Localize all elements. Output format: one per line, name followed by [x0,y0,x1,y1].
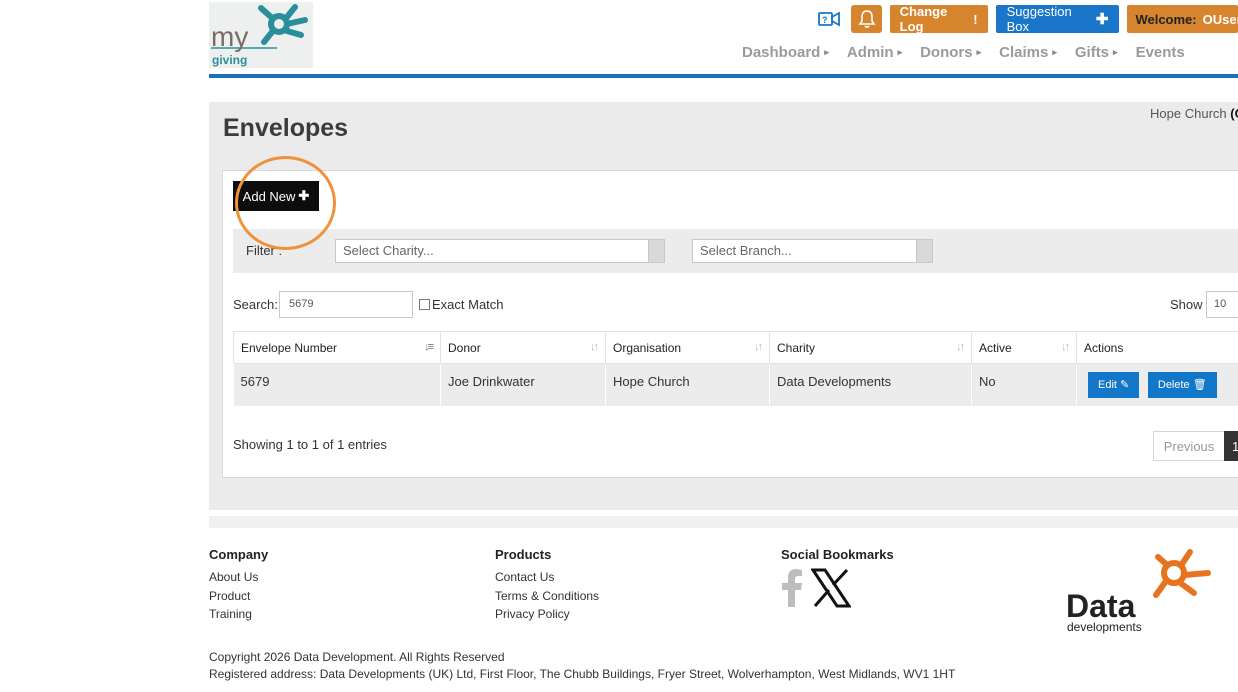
copyright-block: Copyright 2026 Data Development. All Rig… [209,649,955,683]
logo-word: my [211,21,248,52]
cell-actions: Edit ✎ Delete 🗑 [1076,363,1238,406]
checkbox-box[interactable] [419,299,430,310]
filter-bar: Filter : Select Charity... Select Branch… [233,229,1238,273]
bell-icon [858,10,875,28]
social-heading: Social Bookmarks [781,547,894,562]
nav-gifts[interactable]: Gifts ▸ [1075,44,1118,61]
nav-events[interactable]: Events [1136,44,1185,61]
nav-donors[interactable]: Donors ▸ [920,44,981,61]
table-row: 5679 Joe Drinkwater Hope Church Data Dev… [233,363,1238,406]
plus-icon: ✚ [1095,11,1109,28]
company-heading: Company [209,547,269,562]
cell-organisation: Hope Church [605,363,770,406]
entries-info: Showing 1 to 1 of 1 entries [233,437,387,452]
col-envelope-number[interactable]: Envelope Number ↓≡ [233,331,441,364]
search-label: Search: [233,297,278,312]
svg-text:?: ? [822,15,828,25]
privacy-link[interactable]: Privacy Policy [495,605,599,624]
add-new-label: Add New [242,188,296,204]
x-icon[interactable] [811,568,851,608]
change-log-label: Change Log [899,4,948,34]
charity-select[interactable]: Select Charity... [335,239,665,263]
main-panel: Envelopes Hope Church (C Add New ✚ Filte… [209,102,1238,510]
product-link[interactable]: Product [209,587,268,606]
video-help-icon[interactable]: ? [815,5,843,33]
page-title: Envelopes [223,114,349,142]
current-page-button[interactable]: 1 [1224,431,1238,461]
logo-sub: giving [212,53,247,67]
sort-icon: ↓↑ [1061,341,1070,353]
cell-envelope: 5679 [233,363,441,406]
mygiving-logo[interactable]: my giving [209,2,313,68]
nav-admin[interactable]: Admin ▸ [847,44,902,61]
cell-charity: Data Developments [769,363,972,406]
data-developments-logo: Data developments [1062,545,1214,638]
add-new-button[interactable]: Add New ✚ [233,181,319,211]
page-size-select[interactable]: 10 [1206,291,1238,318]
previous-page-button[interactable]: Previous [1153,431,1225,461]
plus-icon: ✚ [298,188,310,203]
about-us-link[interactable]: About Us [209,568,268,587]
edit-button[interactable]: Edit ✎ [1088,372,1140,398]
envelopes-card: Add New ✚ Filter : Select Charity... Sel… [222,170,1238,478]
brand-word: Data [1066,588,1136,624]
footer-products: Products Contact Us Terms & Conditions P… [495,547,599,624]
contact-us-link[interactable]: Contact Us [495,568,599,587]
col-charity[interactable]: Charity ↓↑ [769,331,972,364]
search-input[interactable]: 5679 [279,291,413,318]
main-nav: Dashboard ▸ Admin ▸ Donors ▸ Claims ▸ Gifts ▸… [742,44,1203,61]
dropdown-handle [916,240,932,262]
filter-label: Filter : [246,243,283,258]
registered-address: Registered address: Data Developments (U… [209,667,956,681]
terms-link[interactable]: Terms & Conditions [495,587,599,606]
header-divider [209,74,1238,78]
nav-claims[interactable]: Claims ▸ [999,44,1057,61]
user-name: OUser [1202,11,1238,27]
footer-social: Social Bookmarks [781,547,894,608]
brand-sub: developments [1067,620,1142,634]
change-log-button[interactable]: Change Log! [889,4,988,34]
col-actions: Actions [1076,331,1238,364]
suggestion-box-label: Suggestion Box [1006,4,1072,34]
edit-icon: ✎ [1120,379,1130,391]
nav-dashboard[interactable]: Dashboard ▸ [742,44,829,61]
training-link[interactable]: Training [209,605,268,624]
trash-icon: 🗑 [1192,379,1207,391]
sort-icon: ↓↑ [956,341,965,353]
dropdown-handle [648,240,664,262]
copyright-text: Copyright 2026 Data Development. All Rig… [209,650,505,664]
col-active[interactable]: Active ↓↑ [971,331,1077,364]
facebook-icon[interactable] [781,569,803,607]
branch-select[interactable]: Select Branch... [692,239,933,263]
notifications-button[interactable] [851,5,882,33]
delete-button[interactable]: Delete 🗑 [1147,372,1217,398]
footer-divider [209,516,1238,528]
col-donor[interactable]: Donor ↓↑ [440,331,606,364]
footer-company: Company About Us Product Training [209,547,268,624]
organisation-label: Hope Church (C [1150,106,1238,121]
cell-donor: Joe Drinkwater [440,363,606,406]
sort-icon: ↓↑ [754,341,763,353]
cell-active: No [971,363,1077,406]
welcome-menu[interactable]: Welcome: OUser [1127,5,1238,33]
sort-icon: ↓↑ [590,341,599,353]
col-organisation[interactable]: Organisation ↓↑ [605,331,770,364]
show-label: Show [1170,297,1203,312]
suggestion-box-button[interactable]: Suggestion Box ✚ [995,4,1120,34]
exact-match-checkbox[interactable]: Exact Match [419,297,504,312]
exact-match-label: Exact Match [432,297,504,312]
sort-icon: ↓≡ [424,341,434,353]
welcome-label: Welcome: [1135,11,1197,27]
products-heading: Products [495,547,552,562]
envelopes-table: Envelope Number ↓≡ Donor ↓↑ Organisation ↓↑… [233,331,1238,406]
